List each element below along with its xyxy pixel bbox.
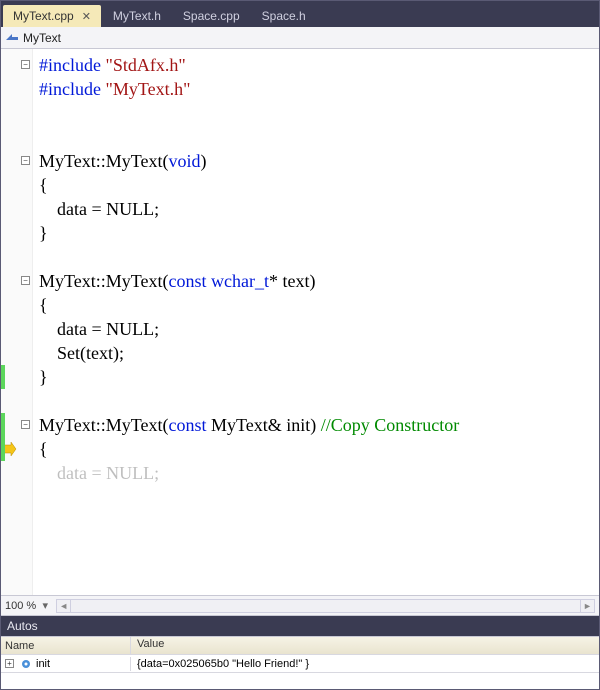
code-token: { (39, 175, 48, 195)
code-area[interactable]: #include "StdAfx.h"#include "MyText.h" My… (33, 49, 599, 595)
editor-status-bar: 100 % ▾ ◄ ► (1, 596, 599, 616)
code-token: "MyText.h" (105, 79, 190, 99)
autos-row[interactable]: + init {data=0x025065b0 "Hello Friend!" } (1, 655, 599, 673)
tab-label: MyText.h (113, 9, 161, 23)
code-line[interactable]: MyText::MyText(void) (39, 149, 206, 173)
code-line[interactable]: data = NULL; (39, 461, 159, 485)
close-icon[interactable]: ✕ (82, 10, 91, 23)
autos-col-name[interactable]: Name (1, 637, 131, 654)
tab-label: Space.cpp (183, 9, 240, 23)
code-token: { (39, 295, 48, 315)
fold-toggle-icon[interactable]: − (21, 276, 30, 285)
scope-arrow-icon (5, 31, 19, 45)
autos-col-value[interactable]: Value (131, 637, 599, 654)
autos-columns: Name Value (1, 637, 599, 655)
horizontal-scrollbar[interactable]: ◄ ► (56, 599, 595, 613)
code-token: "StdAfx.h" (105, 55, 185, 75)
change-indicator (1, 413, 5, 437)
code-line[interactable]: data = NULL; (39, 317, 159, 341)
code-line[interactable]: data = NULL; (39, 197, 159, 221)
code-token: const (168, 271, 206, 291)
editor-gutter: − − − − (1, 49, 33, 595)
scroll-left-icon[interactable]: ◄ (57, 600, 71, 612)
tab-label: Space.h (262, 9, 306, 23)
zoom-level[interactable]: 100 % (5, 600, 36, 612)
code-token: MyText::MyText( (39, 151, 168, 171)
variable-icon (20, 658, 32, 670)
code-line[interactable]: } (39, 365, 48, 389)
code-line[interactable]: #include "MyText.h" (39, 77, 190, 101)
change-indicator (1, 365, 5, 389)
code-token: const (168, 415, 206, 435)
tab-mytext-cpp[interactable]: MyText.cpp ✕ (3, 5, 101, 27)
code-token: #include (39, 79, 105, 99)
code-token: MyText& init) (206, 415, 320, 435)
tab-space-cpp[interactable]: Space.cpp (173, 5, 250, 27)
tab-mytext-h[interactable]: MyText.h (103, 5, 171, 27)
navigation-bar: MyText (1, 27, 599, 49)
code-editor[interactable]: − − − − #include "StdAfx.h"#include "MyText… (1, 49, 599, 596)
autos-empty (1, 673, 599, 689)
code-line[interactable]: #include "StdAfx.h" (39, 53, 186, 77)
autos-title: Autos (7, 619, 38, 633)
code-token: } (39, 223, 48, 243)
code-token: ) (200, 151, 206, 171)
scope-selector[interactable]: MyText (23, 31, 595, 45)
code-line[interactable]: { (39, 293, 48, 317)
scroll-right-icon[interactable]: ► (580, 600, 594, 612)
zoom-dropdown-icon[interactable]: ▾ (40, 601, 50, 611)
code-line[interactable]: { (39, 173, 48, 197)
variable-name-text: init (36, 658, 50, 670)
code-token: //Copy Constructor (321, 415, 460, 435)
code-token: data = NULL; (39, 319, 159, 339)
fold-toggle-icon[interactable]: − (21, 60, 30, 69)
code-line[interactable]: } (39, 221, 48, 245)
change-indicator (1, 437, 5, 461)
fold-toggle-icon[interactable]: − (21, 420, 30, 429)
code-token: * text) (269, 271, 316, 291)
execution-pointer-icon (3, 442, 17, 456)
code-token: } (39, 367, 48, 387)
editor-tab-bar: MyText.cpp ✕ MyText.h Space.cpp Space.h (1, 1, 599, 27)
autos-panel-header[interactable]: Autos (1, 616, 599, 636)
ide-window: { "tabs": [ { "label": "MyText.cpp", "ac… (0, 0, 600, 690)
code-token: MyText::MyText( (39, 271, 168, 291)
code-line[interactable]: { (39, 437, 48, 461)
variable-value-text[interactable]: {data=0x025065b0 "Hello Friend!" } (131, 657, 599, 671)
code-line[interactable]: MyText::MyText(const wchar_t* text) (39, 269, 315, 293)
tab-space-h[interactable]: Space.h (252, 5, 316, 27)
tab-label: MyText.cpp (13, 9, 74, 23)
code-token: Set(text); (39, 343, 124, 363)
code-token: MyText::MyText( (39, 415, 168, 435)
code-token: wchar_t (211, 271, 269, 291)
code-token: data = NULL; (39, 463, 159, 483)
code-token: #include (39, 55, 105, 75)
autos-var-name[interactable]: + init (1, 657, 131, 671)
code-token: void (168, 151, 200, 171)
autos-panel: Name Value + init {data=0x025065b0 "Hello … (1, 636, 599, 689)
code-token: data = NULL; (39, 199, 159, 219)
code-token: { (39, 439, 48, 459)
expand-icon[interactable]: + (5, 659, 14, 668)
code-line[interactable]: MyText::MyText(const MyText& init) //Cop… (39, 413, 459, 437)
code-line[interactable]: Set(text); (39, 341, 124, 365)
fold-toggle-icon[interactable]: − (21, 156, 30, 165)
